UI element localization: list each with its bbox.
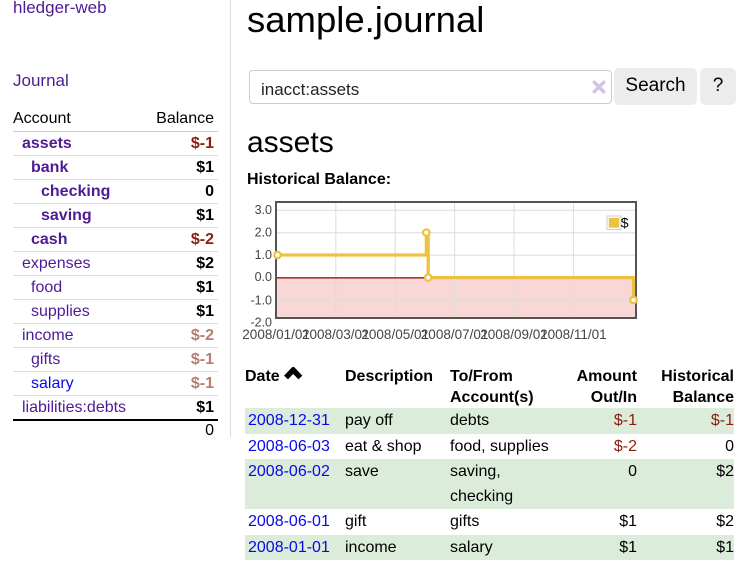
svg-text:0.0: 0.0 xyxy=(255,270,272,284)
svg-text:2008/03/01: 2008/03/01 xyxy=(302,327,370,342)
svg-text:2008/07/01: 2008/07/01 xyxy=(421,327,489,342)
svg-text:2008/11/01: 2008/11/01 xyxy=(540,327,607,342)
svg-text:2008/01/01: 2008/01/01 xyxy=(242,327,310,342)
svg-text:2008/05/01: 2008/05/01 xyxy=(361,327,429,342)
svg-text:1.0: 1.0 xyxy=(255,248,272,262)
svg-text:2.0: 2.0 xyxy=(255,226,272,240)
svg-text:$: $ xyxy=(621,215,629,231)
svg-text:-1.0: -1.0 xyxy=(250,294,272,308)
svg-text:2008/09/01: 2008/09/01 xyxy=(480,327,548,342)
svg-text:3.0: 3.0 xyxy=(255,203,272,217)
